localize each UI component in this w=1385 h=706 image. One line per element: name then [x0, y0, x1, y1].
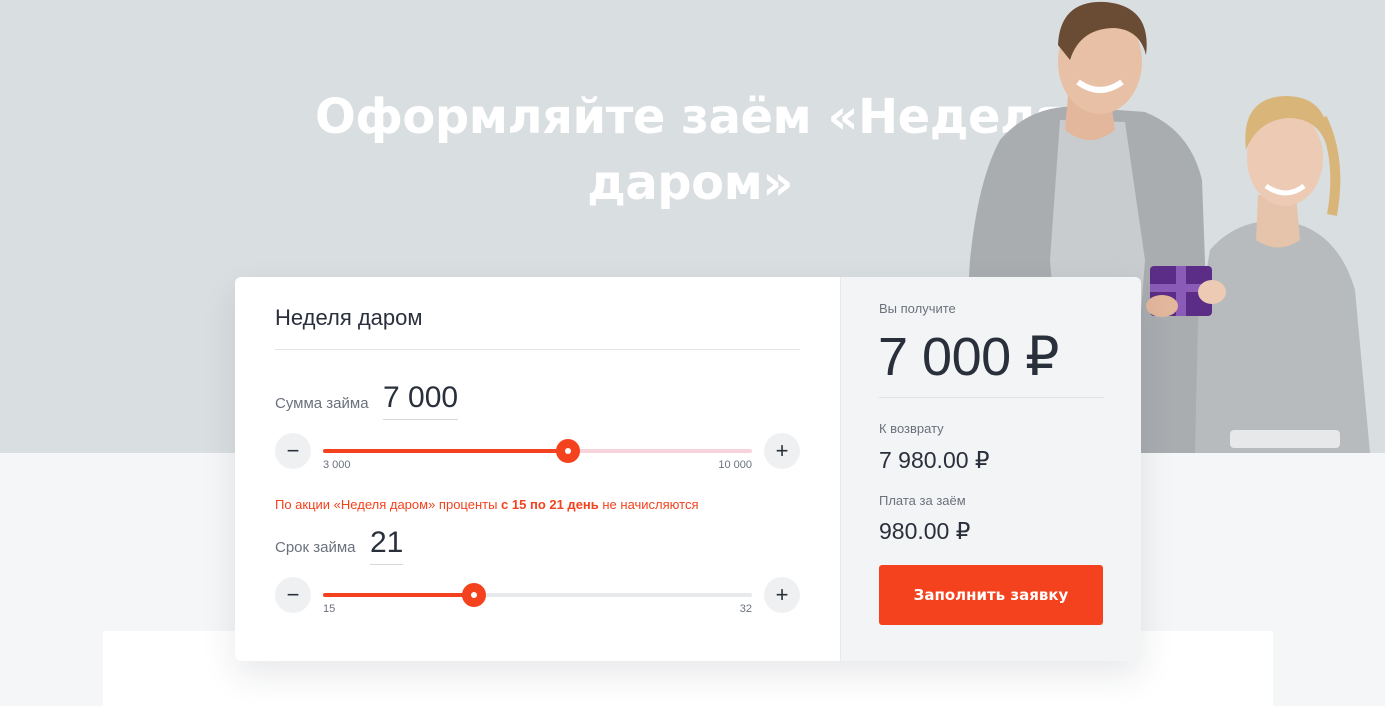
plus-icon: +: [775, 438, 789, 463]
term-input[interactable]: 21: [370, 526, 404, 565]
term-increase-button[interactable]: +: [764, 577, 800, 613]
amount-slider[interactable]: [323, 439, 752, 463]
promo-note: По акции «Неделя даром» проценты с 15 по…: [275, 497, 699, 512]
term-slider-fill: [323, 593, 475, 597]
plus-icon: +: [775, 582, 789, 607]
loan-calculator: Неделя даром Сумма займа 7 000 − + 3 000…: [235, 277, 1141, 661]
return-label: К возврату: [879, 421, 944, 436]
term-slider-handle[interactable]: [462, 583, 487, 607]
amount-decrease-button[interactable]: −: [275, 433, 311, 469]
term-decrease-button[interactable]: −: [275, 577, 311, 613]
divider: [275, 349, 800, 350]
minus-icon: −: [286, 438, 300, 463]
minus-icon: −: [286, 582, 300, 607]
summary-divider: [879, 397, 1104, 398]
amount-slider-fill: [323, 449, 568, 453]
receive-amount: 7 000 ₽: [878, 327, 1060, 387]
amount-max-label: 10 000: [718, 459, 752, 471]
product-title: Неделя даром: [275, 305, 423, 330]
return-amount: 7 980.00 ₽: [879, 447, 990, 473]
promo-text-end: не начисляются: [598, 497, 699, 512]
submit-application-button[interactable]: Заполнить заявку: [879, 565, 1103, 625]
amount-label: Сумма займа: [275, 395, 369, 412]
term-max-label: 32: [739, 603, 752, 615]
amount-increase-button[interactable]: +: [764, 433, 800, 469]
amount-min-label: 3 000: [323, 459, 351, 471]
hero-title-line-2: даром»: [587, 155, 793, 211]
promo-text-start: По акции «Неделя даром» проценты: [275, 497, 502, 512]
term-label: Срок займа: [275, 539, 356, 556]
amount-slider-handle[interactable]: [555, 439, 580, 463]
amount-input[interactable]: 7 000: [383, 381, 459, 420]
promo-highlight: с 15 по 21 день: [501, 497, 599, 512]
fee-label: Плата за заём: [879, 493, 966, 508]
receive-label: Вы получите: [879, 301, 956, 316]
term-slider[interactable]: [323, 583, 752, 607]
fee-amount: 980.00 ₽: [879, 518, 971, 544]
calculator-controls: Неделя даром Сумма займа 7 000 − + 3 000…: [235, 277, 840, 661]
term-min-label: 15: [323, 603, 336, 615]
loan-summary: Вы получите 7 000 ₽ К возврату 7 980.00 …: [840, 277, 1141, 661]
